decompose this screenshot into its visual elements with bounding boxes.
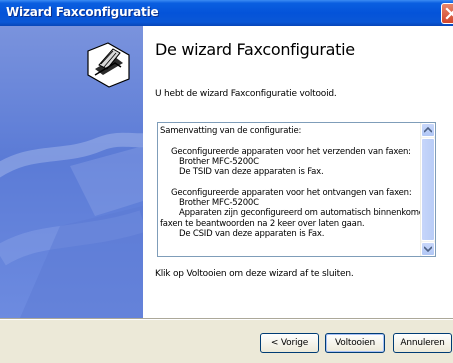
fax-wizard-icon [87,42,130,88]
scroll-up-arrow-icon [424,127,432,133]
page-title: De wizard Faxconfiguratie [155,40,355,59]
wizard-sidebar [0,26,143,318]
send-header: Geconfigureerde apparaten voor het verze… [171,146,411,157]
scroll-down-arrow-icon [424,246,432,252]
scroll-down-button[interactable] [421,242,435,256]
receive-config-line-2: faxen te beantwoorden na 2 keer over lat… [160,218,365,229]
receive-csid: De CSID van deze apparaten is Fax. [179,228,325,239]
receive-config-line-1: Apparaten zijn geconfigureerd om automat… [179,208,436,219]
summary-title: Samenvatting van de configuratie: [160,126,302,136]
title-bar[interactable]: Wizard Faxconfiguratie [0,0,453,26]
scroll-up-button[interactable] [421,123,435,137]
receive-device: Brother MFC-5200C [179,198,259,209]
window-title: Wizard Faxconfiguratie [6,5,159,19]
receive-header: Geconfigureerde apparaten voor het ontva… [171,187,412,198]
wizard-window: Wizard Faxconfiguratie De wizard Faxconf… [0,0,453,363]
closing-text: Klik op Voltooien om deze wizard af te s… [155,269,354,279]
wizard-content: De wizard Faxconfiguratie U hebt de wiza… [143,26,453,318]
send-device: Brother MFC-5200C [179,156,259,167]
close-icon [445,7,453,20]
send-tsid: De TSID van deze apparaten is Fax. [179,167,324,178]
cancel-button[interactable]: Annuleren [393,333,452,353]
summary-scrollbar[interactable] [420,123,435,256]
summary-textbox[interactable]: Samenvatting van de configuratie: Geconf… [157,122,436,257]
summary-content: Samenvatting van de configuratie: Geconf… [160,126,436,239]
back-button[interactable]: < Vorige [260,333,319,353]
finish-button[interactable]: Voltooien [325,333,385,353]
close-button[interactable] [441,3,453,24]
intro-text: U hebt de wizard Faxconfiguratie voltooi… [155,89,337,99]
button-divider [0,318,453,320]
scroll-thumb[interactable] [421,138,435,241]
